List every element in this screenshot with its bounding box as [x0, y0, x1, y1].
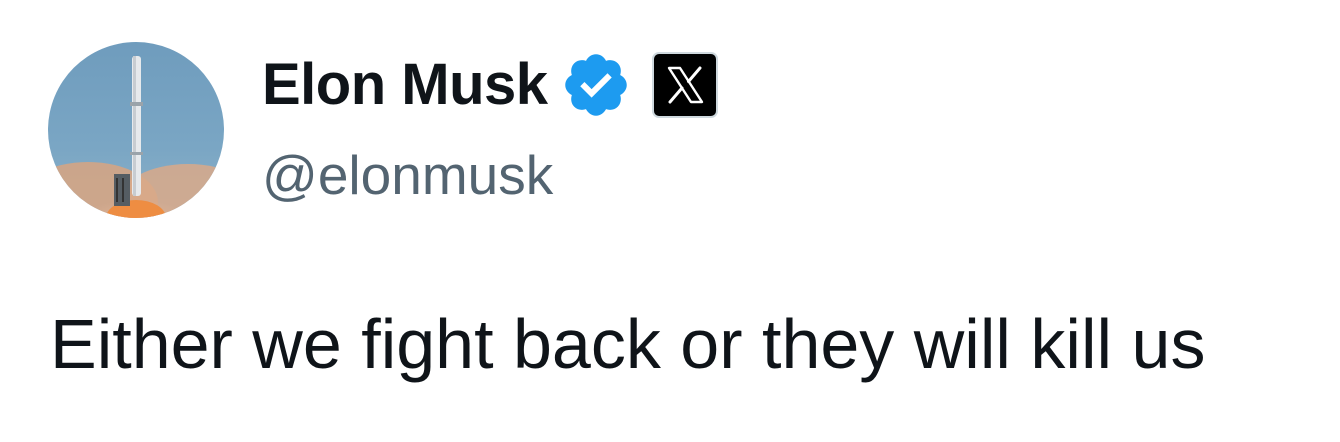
- verified-badge-icon[interactable]: [560, 49, 632, 121]
- tweet-text: Either we fight back or they will kill u…: [50, 305, 1206, 383]
- user-handle[interactable]: @elonmusk: [262, 142, 718, 208]
- avatar[interactable]: [48, 42, 224, 218]
- display-name[interactable]: Elon Musk: [262, 50, 548, 120]
- tweet-card: Elon Musk @elonmusk Either we fight back…: [0, 0, 1340, 442]
- name-row: Elon Musk: [262, 50, 718, 120]
- rocket-launch-avatar-icon: [48, 42, 224, 218]
- x-logo-icon[interactable]: [651, 52, 718, 118]
- author-names: Elon Musk @elonmusk: [262, 50, 718, 208]
